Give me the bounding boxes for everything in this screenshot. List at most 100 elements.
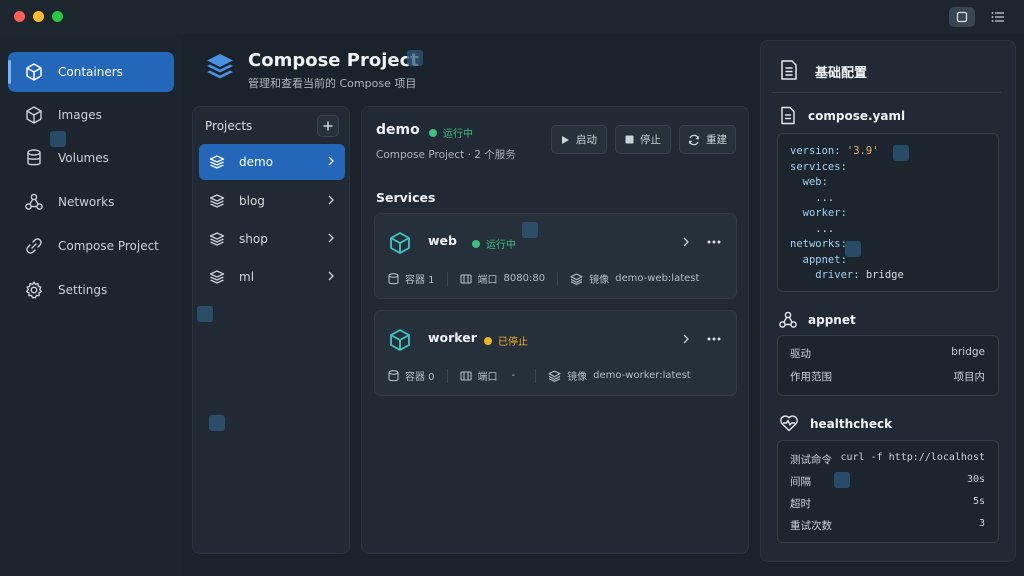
grid-view-button[interactable] bbox=[949, 7, 975, 27]
network-name: appnet bbox=[808, 313, 856, 327]
rebuild-label: 重建 bbox=[706, 134, 727, 146]
stop-label: 停止 bbox=[640, 134, 661, 146]
yaml-key: driver: bbox=[790, 269, 866, 281]
project-label: shop bbox=[239, 232, 268, 246]
yaml-key: ... bbox=[790, 191, 835, 204]
layers-icon bbox=[209, 154, 225, 170]
project-status-badge: 运行中 bbox=[429, 125, 473, 140]
service-name: web bbox=[428, 233, 457, 248]
title-bar bbox=[0, 0, 1024, 34]
service-card-web[interactable]: web 运行中 容器 1 端口 8080:80 镜像 demo-web:late… bbox=[374, 213, 737, 299]
sidebar-item-settings[interactable]: Settings bbox=[8, 270, 174, 310]
maximize-window-button[interactable] bbox=[52, 11, 63, 22]
project-item-shop[interactable]: shop bbox=[199, 221, 345, 257]
network-scope-row: 作用范围 项目内 bbox=[790, 369, 985, 384]
chevron-right-icon[interactable] bbox=[682, 334, 690, 344]
service-card-worker[interactable]: worker 已停止 容器 0 端口 - 镜像 demo-worker:late… bbox=[374, 310, 737, 396]
services-heading: Services bbox=[376, 190, 436, 205]
box-icon bbox=[24, 105, 44, 125]
row-value: curl -f http://localhost bbox=[840, 452, 986, 463]
healthcheck-name: healthcheck bbox=[810, 417, 893, 431]
config-title: 基础配置 bbox=[815, 66, 868, 81]
network-icon bbox=[24, 192, 44, 212]
watermark-icon bbox=[893, 145, 909, 161]
service-status-badge: 已停止 bbox=[484, 333, 528, 348]
cube-icon bbox=[388, 328, 412, 352]
sidebar-item-label: Images bbox=[58, 108, 102, 122]
watermark-icon bbox=[407, 50, 423, 66]
rebuild-button[interactable]: 重建 bbox=[679, 125, 736, 154]
list-view-button[interactable] bbox=[985, 7, 1011, 27]
port-value: - bbox=[511, 370, 516, 381]
stop-button[interactable]: 停止 bbox=[615, 125, 671, 154]
row-key: 间隔 bbox=[790, 476, 811, 488]
status-label: 运行中 bbox=[443, 129, 473, 140]
yaml-value: '3.9' bbox=[846, 145, 879, 157]
status-label: 运行中 bbox=[486, 240, 516, 251]
healthcheck-test-row: 测试命令 curl -f http://localhost bbox=[790, 452, 985, 467]
watermark-icon bbox=[197, 306, 213, 322]
yaml-key: ... bbox=[790, 222, 835, 235]
start-label: 启动 bbox=[576, 134, 597, 146]
start-button[interactable]: 启动 bbox=[551, 125, 607, 154]
stop-icon bbox=[625, 135, 634, 144]
add-project-button[interactable] bbox=[317, 115, 339, 137]
project-item-blog[interactable]: blog bbox=[199, 183, 345, 219]
sidebar-item-label: Networks bbox=[58, 195, 115, 209]
yaml-key: web: bbox=[790, 176, 828, 188]
chevron-right-icon bbox=[327, 195, 335, 205]
document-icon bbox=[779, 59, 799, 81]
link-icon bbox=[24, 236, 44, 256]
list-icon bbox=[991, 12, 1004, 22]
compose-file-name: compose.yaml bbox=[808, 109, 906, 123]
sidebar-item-compose-project[interactable]: Compose Project bbox=[8, 226, 174, 266]
sidebar-item-label: Compose Project bbox=[58, 239, 159, 253]
chevron-right-icon bbox=[327, 271, 335, 281]
sidebar-item-containers[interactable]: Containers bbox=[8, 52, 174, 92]
service-status-badge: 运行中 bbox=[472, 236, 516, 251]
yaml-key: services: bbox=[790, 160, 847, 173]
status-label: 已停止 bbox=[498, 337, 528, 348]
row-value: 3 bbox=[978, 518, 985, 529]
service-meta: 容器 1 端口 8080:80 镜像 demo-web:latest bbox=[388, 271, 699, 286]
network-icon bbox=[778, 310, 798, 330]
sidebar-item-networks[interactable]: Networks bbox=[8, 182, 174, 222]
yaml-line: version: '3.9' bbox=[790, 144, 904, 160]
row-value: 5s bbox=[972, 496, 985, 507]
image-label: 镜像 bbox=[589, 275, 610, 286]
project-item-demo[interactable]: demo bbox=[199, 144, 345, 180]
row-key: 测试命令 bbox=[790, 454, 832, 466]
refresh-icon bbox=[688, 134, 700, 145]
project-label: demo bbox=[239, 155, 274, 169]
chevron-right-icon[interactable] bbox=[682, 237, 690, 247]
yaml-code-block: version: '3.9' services: web: ... worker:… bbox=[777, 133, 999, 292]
projects-heading: Projects bbox=[205, 119, 253, 133]
row-value: 30s bbox=[966, 474, 985, 485]
healthcheck-retries-row: 重试次数 3 bbox=[790, 518, 985, 533]
row-key: 作用范围 bbox=[790, 371, 832, 383]
gear-icon bbox=[24, 280, 44, 300]
sidebar-item-images[interactable]: Images bbox=[8, 95, 174, 135]
heart-pulse-icon bbox=[779, 414, 799, 432]
file-icon bbox=[780, 106, 796, 125]
more-options-icon[interactable] bbox=[707, 240, 721, 244]
cube-icon bbox=[24, 62, 44, 82]
status-dot bbox=[472, 239, 480, 248]
status-dot bbox=[484, 336, 492, 345]
layers-icon bbox=[209, 231, 225, 247]
yaml-line: services: bbox=[790, 160, 904, 176]
image-value: demo-worker:latest bbox=[593, 370, 691, 381]
more-options-icon[interactable] bbox=[707, 337, 721, 341]
row-value: bridge bbox=[951, 346, 985, 358]
plus-icon bbox=[323, 121, 333, 131]
image-value: demo-web:latest bbox=[615, 273, 700, 284]
play-icon bbox=[562, 135, 569, 144]
yaml-line: web: bbox=[790, 175, 904, 191]
minimize-window-button[interactable] bbox=[33, 11, 44, 22]
row-value: 项目内 bbox=[953, 371, 986, 383]
close-window-button[interactable] bbox=[14, 11, 25, 22]
sidebar-item-volumes[interactable]: Volumes bbox=[8, 138, 174, 178]
network-info-box bbox=[777, 335, 999, 396]
project-item-ml[interactable]: ml bbox=[199, 259, 345, 295]
yaml-key: appnet: bbox=[790, 253, 847, 266]
